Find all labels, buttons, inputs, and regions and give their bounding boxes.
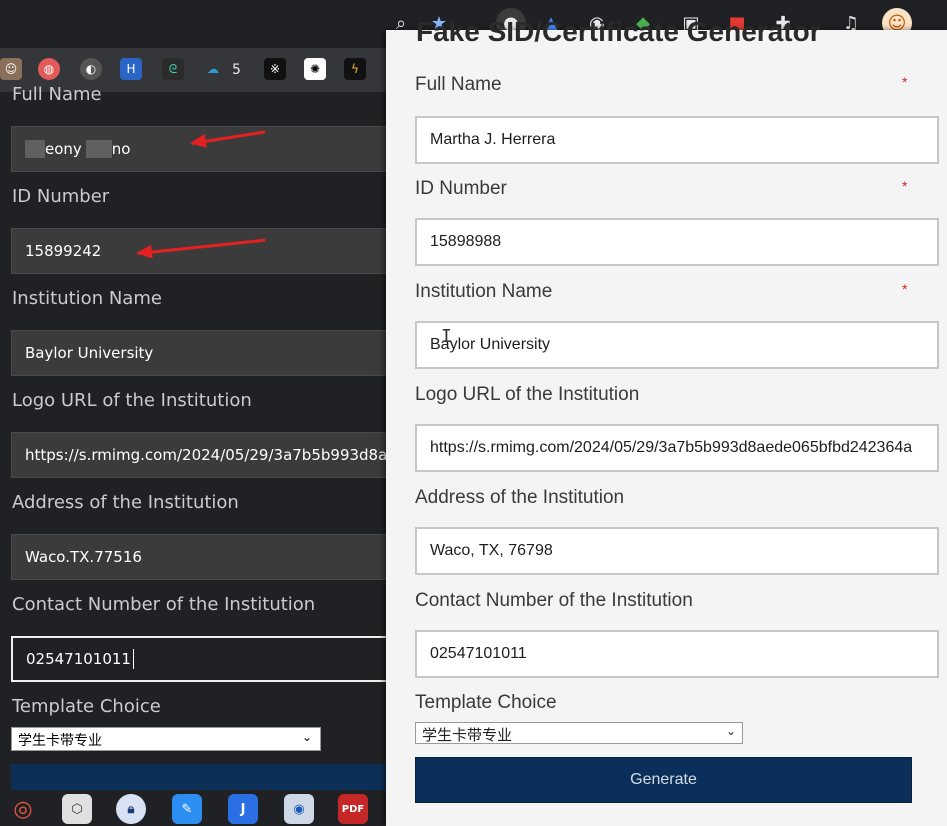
id-number-value: 15898988 <box>430 233 502 250</box>
template-choice-value: 学生卡带专业 <box>18 733 102 749</box>
logo-url-label: Logo URL of the Institution <box>12 390 252 411</box>
full-name-value: Martha J. Herrera <box>430 131 556 148</box>
redaction-block <box>25 140 45 158</box>
full-name-label: Full Name <box>12 84 102 105</box>
i-beam-cursor-icon: I <box>441 326 452 347</box>
overlay-screenshot: Fake SID/Certificate Generator Full Name… <box>386 16 947 826</box>
chevron-down-icon: ⌄ <box>725 724 736 738</box>
page-title: Fake SID/Certificate Generator <box>416 16 821 47</box>
institution-name-value: Baylor University <box>25 344 154 362</box>
address-label: Address of the Institution <box>12 492 239 513</box>
address-value: Waco, TX, 76798 <box>430 542 553 559</box>
j-app-icon[interactable]: J <box>228 794 258 824</box>
required-mark: * <box>902 74 908 90</box>
contact-number-label: Contact Number of the Institution <box>12 594 316 615</box>
generate-button[interactable]: Generate <box>415 757 912 803</box>
contact-number-input[interactable]: 02547101011 <box>415 630 939 678</box>
chevron-down-icon: ⌄ <box>301 730 312 744</box>
notes-app-icon[interactable]: ✎ <box>172 794 202 824</box>
institution-name-label: Institution Name <box>12 288 162 309</box>
logo-url-label: Logo URL of the Institution <box>415 384 640 405</box>
pdf-app-icon[interactable]: PDF <box>338 794 368 824</box>
redaction-block <box>85 140 112 158</box>
snail-app-icon[interactable]: ◎ <box>8 794 38 824</box>
id-number-label: ID Number <box>12 186 110 207</box>
template-choice-select[interactable]: 学生卡带专业 ⌄ <box>415 722 743 744</box>
institution-name-input[interactable]: Baylor University <box>11 330 391 376</box>
package-app-icon[interactable]: ⬡ <box>62 794 92 824</box>
bookmark-world-icon[interactable]: ◐ <box>80 58 102 80</box>
openai-icon[interactable]: ✺ <box>304 58 326 80</box>
template-choice-select[interactable]: 学生卡带专业 ⌄ <box>11 727 321 751</box>
onedrive-icon[interactable]: ☁ <box>202 58 224 80</box>
lock-app-icon[interactable]: 🔒︎ <box>116 794 146 824</box>
address-value: Waco.TX.77516 <box>25 548 142 566</box>
logo-url-input[interactable]: https://s.rmimg.com/2024/05/29/3a7b5b993… <box>415 424 939 472</box>
institution-name-input[interactable]: Baylor University <box>415 321 939 369</box>
contact-number-value: 02547101011 <box>26 650 131 668</box>
address-label: Address of the Institution <box>415 487 625 508</box>
bookmark-pattern-icon[interactable]: ※ <box>264 58 286 80</box>
template-choice-value: 学生卡带专业 <box>422 727 513 744</box>
bookmark-avatar-icon[interactable]: ☺ <box>0 58 22 80</box>
contact-number-label: Contact Number of the Institution <box>415 590 693 611</box>
bookmark-lightning-icon[interactable]: ϟ <box>344 58 366 80</box>
taskbar: ◎ ⬡ 🔒︎ ✎ J ◉ PDF <box>0 790 390 826</box>
full-name-visible-text: eony <box>45 140 82 158</box>
required-mark: * <box>902 178 908 194</box>
full-name-tail-text: no <box>111 140 131 158</box>
id-number-label: ID Number <box>415 178 507 199</box>
template-choice-label: Template Choice <box>12 696 161 717</box>
bookmark-count: 5 <box>232 62 241 78</box>
bookmark-hux-icon[interactable]: H <box>120 58 142 80</box>
template-choice-label: Template Choice <box>415 692 557 713</box>
bookmark-swirl-icon[interactable]: ᘓ <box>162 58 184 80</box>
bookmark-globe-icon[interactable]: ◍ <box>38 58 60 80</box>
contact-number-value: 02547101011 <box>430 645 527 662</box>
institution-name-label: Institution Name <box>415 281 553 302</box>
generate-button-partial[interactable] <box>11 764 391 790</box>
full-name-input[interactable]: Martha J. Herrera <box>415 116 939 164</box>
doc-globe-app-icon[interactable]: ◉ <box>284 794 314 824</box>
logo-url-input[interactable]: https://s.rmimg.com/2024/05/29/3a7b5b993… <box>11 432 391 478</box>
id-number-input[interactable]: 15898988 <box>415 218 939 266</box>
address-input[interactable]: Waco.TX.77516 <box>11 534 391 580</box>
full-name-label: Full Name <box>415 74 502 95</box>
logo-url-value: https://s.rmimg.com/2024/05/29/3a7b5b993… <box>430 439 913 456</box>
text-caret <box>132 649 134 669</box>
pdf-app-label: PDF <box>341 803 365 815</box>
required-mark: * <box>902 281 908 297</box>
full-name-input[interactable]: eony no <box>11 126 391 172</box>
contact-number-input[interactable]: 02547101011 <box>11 636 391 682</box>
id-number-value: 15899242 <box>25 242 102 260</box>
address-input[interactable]: Waco, TX, 76798 <box>415 527 939 575</box>
id-number-input[interactable]: 15899242 <box>11 228 391 274</box>
logo-url-value: https://s.rmimg.com/2024/05/29/3a7b5b993… <box>25 446 391 464</box>
